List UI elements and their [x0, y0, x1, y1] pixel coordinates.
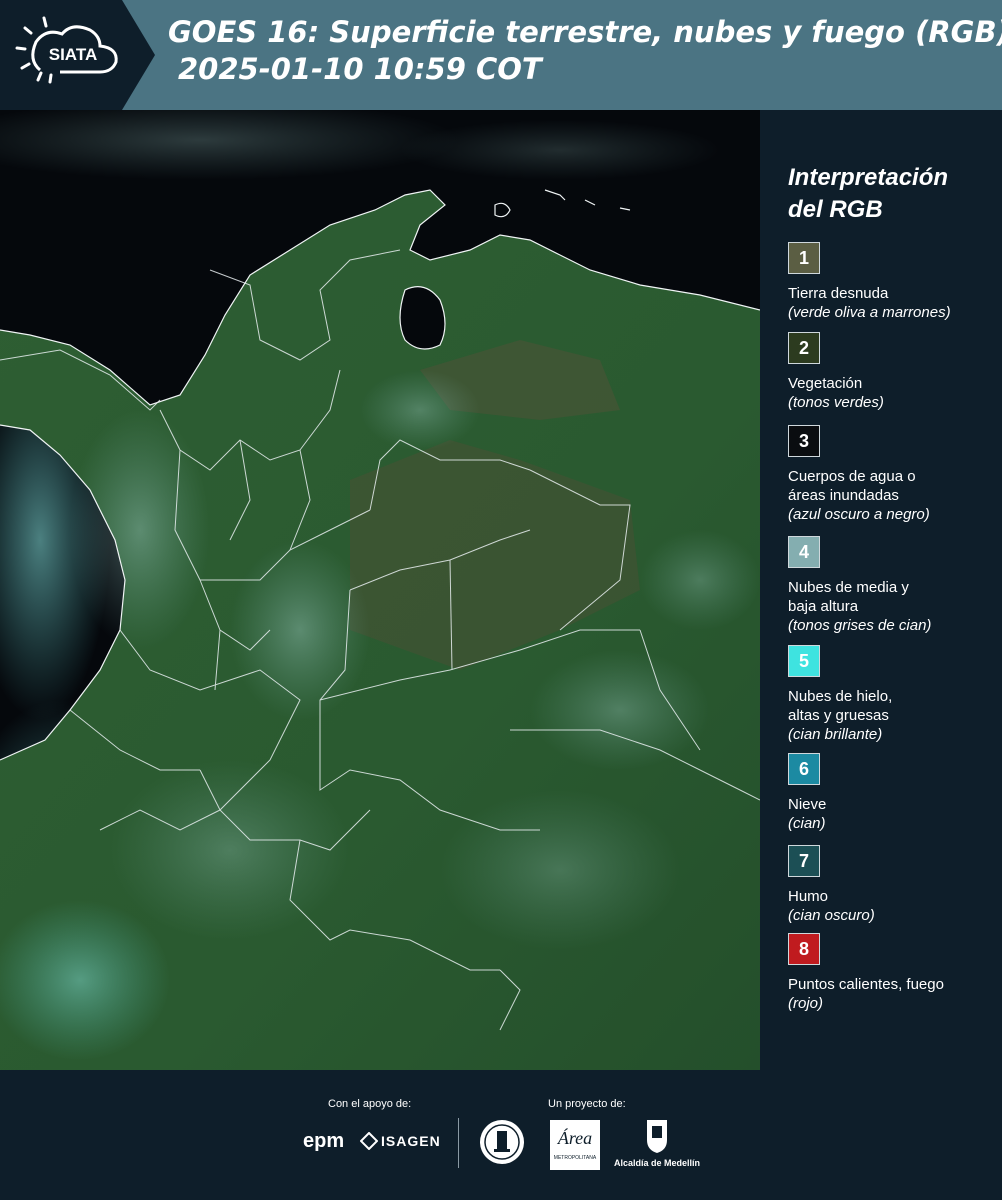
- isagen-logo: ISAGEN: [360, 1132, 441, 1150]
- university-seal-logo: [478, 1118, 526, 1170]
- legend-item-3: 3 Cuerpos de agua o áreas inundadas (azul …: [788, 425, 998, 524]
- title-line-1: GOES 16: Superficie terrestre, nubes y f…: [168, 15, 1002, 49]
- coat-of-arms-icon: [647, 1120, 667, 1153]
- siata-logo: SIATA: [0, 0, 155, 110]
- legend-label: Puntos calientes, fuego: [788, 976, 944, 993]
- siata-logo-text: SIATA: [49, 45, 97, 64]
- footer: Con el apoyo de: Un proyecto de: epm ISA…: [0, 1070, 1002, 1200]
- legend-swatch: 8: [788, 933, 820, 965]
- footer-divider: [458, 1118, 459, 1168]
- legend-note: (azul oscuro a negro): [788, 506, 930, 523]
- legend-swatch: 5: [788, 645, 820, 677]
- legend-item-8: 8 Puntos calientes, fuego (rojo): [788, 933, 998, 1013]
- project-label: Un proyecto de:: [548, 1098, 626, 1110]
- legend-label: Nieve: [788, 796, 827, 813]
- legend-label: Vegetación: [788, 375, 863, 392]
- support-label: Con el apoyo de:: [328, 1098, 412, 1110]
- legend-label: Cuerpos de agua o áreas inundadas: [788, 468, 916, 504]
- legend-note: (rojo): [788, 995, 824, 1012]
- header: SIATA GOES 16: Superficie terrestre, nub…: [0, 0, 1002, 110]
- area-metropolitana-logo: Área METROPOLITANA: [550, 1120, 600, 1170]
- legend-swatch: 6: [788, 753, 820, 785]
- legend-note: (tonos grises de cian): [788, 617, 932, 634]
- legend-note: (cian brillante): [788, 726, 883, 743]
- title-line-2: 2025-01-10 10:59 COT: [178, 52, 542, 86]
- legend-title: Interpretación del RGB: [788, 164, 949, 223]
- legend-label: Tierra desnuda: [788, 285, 889, 302]
- legend-swatch: 2: [788, 332, 820, 364]
- legend-item-7: 7 Humo (cian oscuro): [788, 845, 998, 925]
- legend-swatch: 1: [788, 242, 820, 274]
- page-title: GOES 16: Superficie terrestre, nubes y f…: [168, 14, 1002, 88]
- legend-label: Nubes de media y baja altura: [788, 579, 909, 615]
- legend-label: Humo: [788, 888, 829, 905]
- legend-note: (cian): [788, 815, 826, 832]
- legend-label: Nubes de hielo, altas y gruesas: [788, 688, 893, 724]
- legend-item-5: 5 Nubes de hielo, altas y gruesas (cian br…: [788, 645, 998, 744]
- legend-item-6: 6 Nieve (cian): [788, 753, 998, 833]
- legend-swatch: 4: [788, 536, 820, 568]
- epm-logo: epm: [303, 1130, 345, 1152]
- legend-swatch: 7: [788, 845, 820, 877]
- legend-panel: Interpretación del RGB 1 Tierra desnuda (v…: [760, 110, 1002, 1070]
- alcaldia-medellin-logo: Alcaldía de Medellín: [612, 1118, 702, 1168]
- legend-item-4: 4 Nubes de media y baja altura (tonos gris…: [788, 536, 998, 635]
- legend-swatch: 3: [788, 425, 820, 457]
- legend-note: (tonos verdes): [788, 394, 884, 411]
- legend-item-2: 2 Vegetación (tonos verdes): [788, 332, 998, 412]
- legend-note: (verde oliva a marrones): [788, 304, 951, 321]
- legend-note: (cian oscuro): [788, 907, 875, 924]
- satellite-map: [0, 110, 761, 1070]
- isagen-icon: [360, 1132, 378, 1150]
- legend-item-1: 1 Tierra desnuda (verde oliva a marrones): [788, 242, 998, 322]
